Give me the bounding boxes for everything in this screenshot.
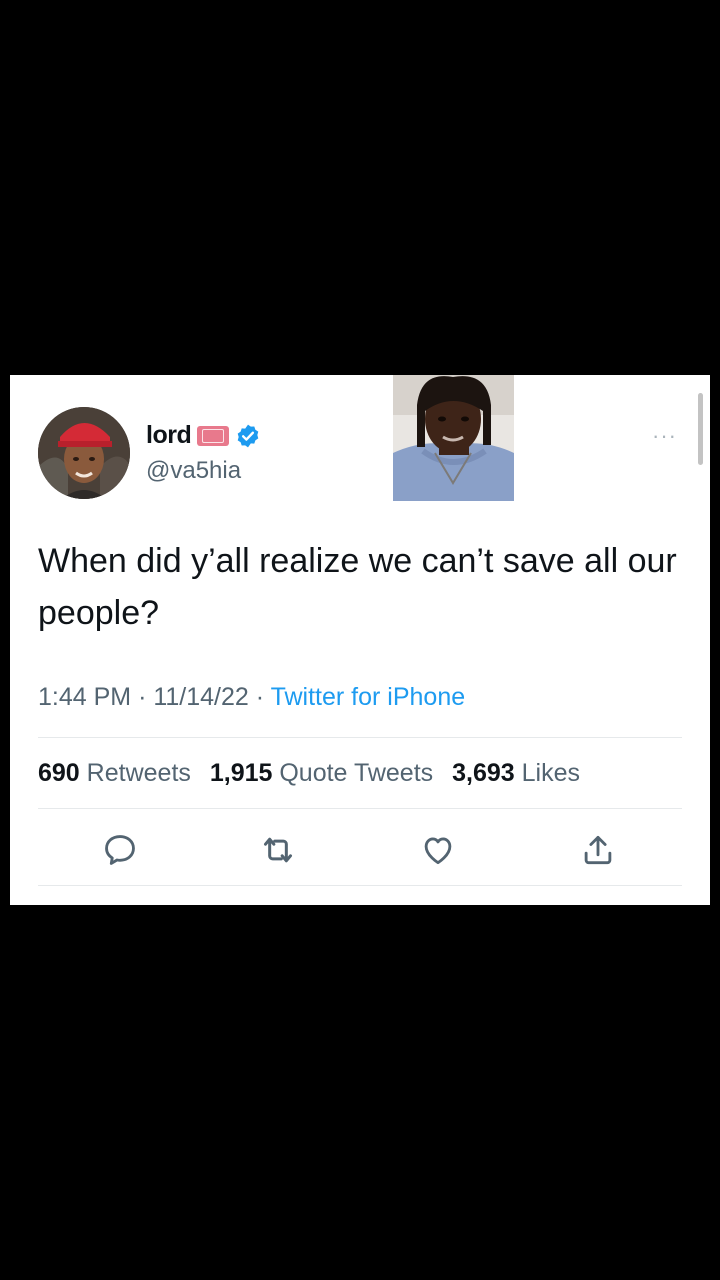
retweet-icon bbox=[264, 837, 292, 863]
verified-badge-icon bbox=[237, 424, 259, 447]
meta-separator: · bbox=[138, 683, 154, 711]
webcam-overlay bbox=[393, 375, 514, 501]
retweets-stat[interactable]: 690 Retweets bbox=[38, 759, 191, 787]
author-row: lord bbox=[146, 421, 261, 450]
retweet-button[interactable] bbox=[258, 830, 298, 870]
tweet-time[interactable]: 1:44 PM bbox=[38, 683, 131, 711]
scrollbar[interactable] bbox=[698, 393, 703, 465]
reply-icon bbox=[105, 835, 135, 865]
tweet-card: lord @va5hia ··· When did y’all realize … bbox=[10, 375, 710, 905]
tweet-stats: 690 Retweets 1,915 Quote Tweets 3,693 Li… bbox=[38, 759, 592, 788]
meta-separator: · bbox=[255, 683, 271, 711]
more-options-icon[interactable]: ··· bbox=[652, 423, 677, 449]
likes-stat[interactable]: 3,693 Likes bbox=[452, 759, 580, 787]
display-name[interactable]: lord bbox=[146, 421, 192, 450]
ticket-emoji-icon bbox=[197, 425, 230, 446]
avatar[interactable] bbox=[38, 407, 130, 499]
tweet-source[interactable]: Twitter for iPhone bbox=[271, 683, 466, 711]
tweet-text: When did y’all realize we can’t save all… bbox=[38, 542, 677, 632]
tweet-date[interactable]: 11/14/22 bbox=[153, 683, 248, 711]
reply-button[interactable] bbox=[100, 830, 140, 870]
tweet-meta: 1:44 PM · 11/14/22 · Twitter for iPhone bbox=[38, 683, 465, 712]
user-handle[interactable]: @va5hia bbox=[146, 457, 241, 485]
share-button[interactable] bbox=[578, 830, 618, 870]
divider bbox=[38, 808, 682, 809]
like-button[interactable] bbox=[418, 830, 458, 870]
quote-tweets-stat[interactable]: 1,915 Quote Tweets bbox=[210, 759, 433, 787]
divider bbox=[38, 885, 682, 886]
divider bbox=[38, 737, 682, 738]
heart-icon bbox=[424, 837, 452, 865]
share-icon bbox=[584, 835, 612, 865]
